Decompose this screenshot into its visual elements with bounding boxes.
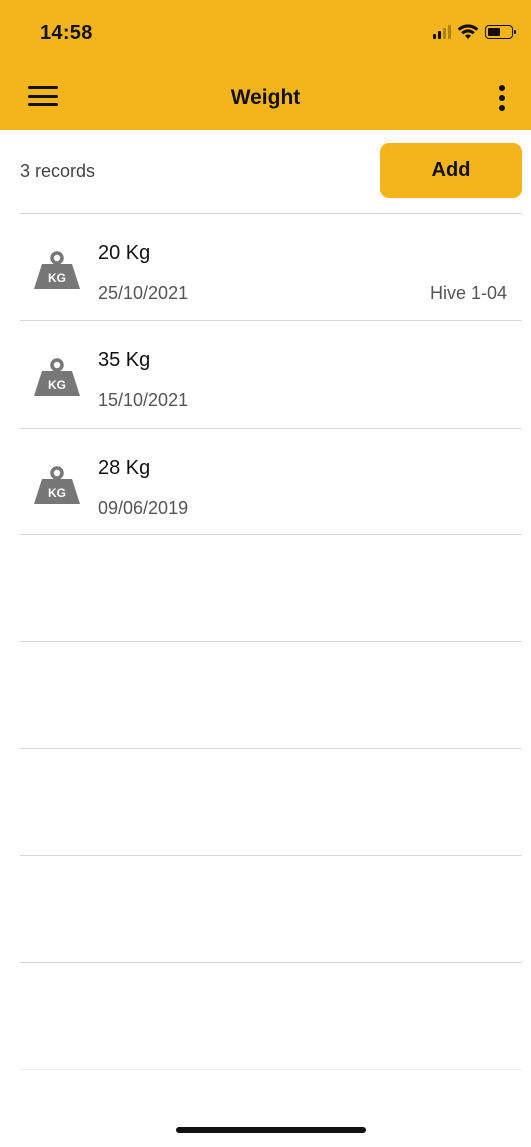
empty-row-divider [20,962,522,963]
empty-row-divider [20,1069,522,1070]
list-item[interactable]: KG 35 Kg 15/10/2021 [0,321,531,427]
hamburger-menu-icon[interactable] [28,84,58,108]
divider [20,534,522,535]
empty-row-divider [20,748,522,749]
record-weight: 28 Kg [98,457,151,479]
app-header: 14:58 Weight [0,0,531,130]
list-item[interactable]: KG 28 Kg 09/06/2019 [0,429,531,535]
svg-text:KG: KG [48,486,66,500]
record-weight: 20 Kg [98,242,151,264]
page-title: Weight [230,86,301,109]
record-date: 09/06/2019 [98,498,189,518]
record-weight: 35 Kg [98,349,151,371]
wifi-icon [457,24,479,39]
records-count: 3 records [20,161,96,181]
battery-icon [485,25,516,39]
signal-icon [433,25,451,39]
weight-kg-icon: KG [34,358,80,396]
status-icons [433,24,516,40]
status-time: 14:58 [40,22,93,44]
record-date: 15/10/2021 [98,390,189,410]
add-button[interactable]: Add [380,143,522,198]
svg-text:KG: KG [48,271,66,285]
record-hive: Hive 1-04 [429,283,507,303]
empty-row-divider [20,855,522,856]
empty-row-divider [20,641,522,642]
weight-kg-icon: KG [34,466,80,504]
home-indicator[interactable] [176,1127,366,1133]
svg-text:KG: KG [48,378,66,392]
weight-kg-icon: KG [34,251,80,289]
more-vertical-icon[interactable] [495,82,509,114]
record-date: 25/10/2021 [98,283,189,303]
list-item[interactable]: KG 20 Kg 25/10/2021 Hive 1-04 [0,214,531,320]
